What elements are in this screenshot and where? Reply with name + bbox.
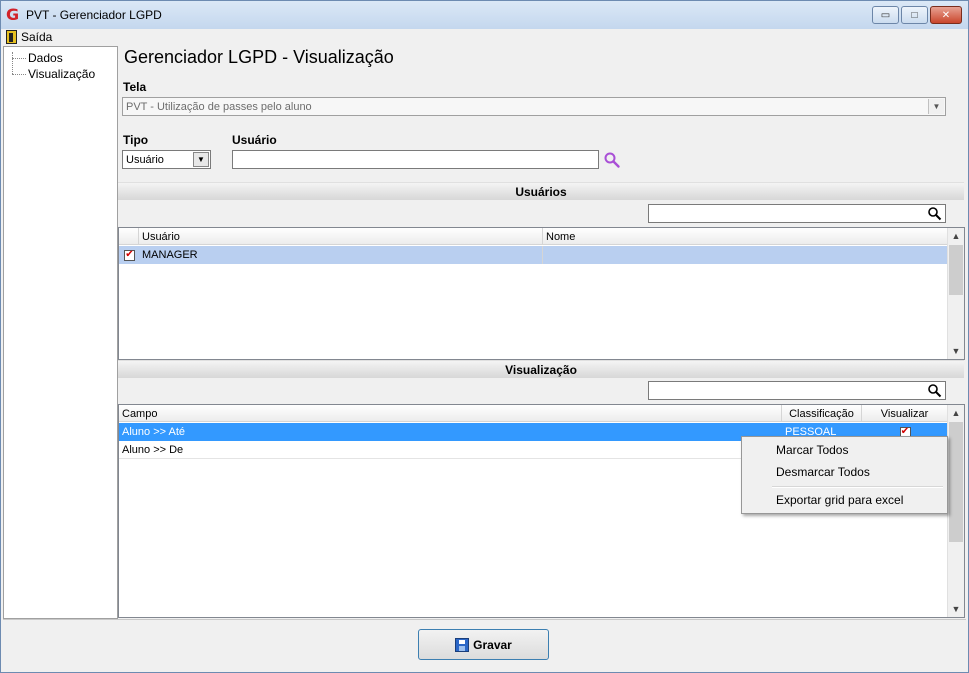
context-menu-item-marcar-todos[interactable]: Marcar Todos — [776, 440, 848, 460]
checkbox-column-header — [119, 228, 139, 245]
scroll-thumb[interactable] — [949, 245, 963, 295]
usuario-label: Usuário — [232, 133, 277, 147]
visualizacao-section-header: Visualização — [118, 360, 964, 378]
context-menu: Marcar Todos Desmarcar Todos Exportar gr… — [741, 436, 948, 514]
scroll-up-icon[interactable]: ▲ — [948, 405, 964, 421]
column-header-visualizar[interactable]: Visualizar — [862, 405, 948, 422]
usuarios-scrollbar[interactable]: ▲ ▼ — [947, 228, 964, 359]
tree-item-label: Visualização — [28, 67, 96, 81]
tela-select[interactable]: PVT - Utilização de passes pelo aluno ▼ — [122, 97, 946, 116]
navigation-tree: Dados Visualização — [3, 46, 118, 619]
visualizacao-grid-header: Campo Classificação Visualizar — [119, 405, 948, 422]
tipo-select-value: Usuário — [126, 153, 164, 166]
page-title: Gerenciador LGPD - Visualização — [124, 47, 394, 67]
usuario-input[interactable] — [232, 150, 599, 169]
window-title: PVT - Gerenciador LGPD — [26, 8, 162, 22]
context-menu-separator — [772, 486, 943, 488]
usuarios-search-input[interactable] — [648, 204, 946, 223]
floppy-disk-icon — [455, 637, 470, 652]
tela-select-value: PVT - Utilização de passes pelo aluno — [126, 100, 312, 113]
save-button-label: Gravar — [473, 637, 512, 652]
column-header-campo[interactable]: Campo — [119, 405, 782, 422]
scroll-down-icon[interactable]: ▼ — [948, 601, 964, 617]
magnifier-icon[interactable] — [927, 206, 942, 221]
close-button[interactable]: ✕ — [930, 6, 962, 24]
context-menu-item-desmarcar-todos[interactable]: Desmarcar Todos — [776, 462, 870, 482]
maximize-button[interactable]: □ — [901, 6, 928, 24]
tree-branch-line — [12, 73, 26, 75]
tree-item-visualizacao[interactable]: Visualização — [12, 67, 95, 81]
chevron-down-icon: ▼ — [928, 99, 944, 114]
scroll-up-icon[interactable]: ▲ — [948, 228, 964, 244]
window-frame-left — [0, 29, 1, 673]
nome-cell — [543, 246, 948, 264]
scroll-thumb[interactable] — [949, 422, 963, 542]
tela-label: Tela — [123, 80, 147, 94]
tree-item-dados[interactable]: Dados — [12, 51, 63, 65]
row-checkbox[interactable]: ✔ — [124, 249, 135, 261]
usuarios-grid-header: Usuário Nome — [119, 228, 948, 245]
context-menu-item-exportar-excel[interactable]: Exportar grid para excel — [776, 490, 903, 510]
column-header-classificacao[interactable]: Classificação — [782, 405, 862, 422]
usuarios-section-header: Usuários — [118, 182, 964, 200]
tipo-select[interactable]: Usuário ▼ — [122, 150, 211, 169]
tipo-label: Tipo — [123, 133, 149, 147]
door-exit-icon — [6, 30, 17, 44]
usuario-cell: MANAGER — [139, 246, 543, 264]
row-checkbox-cell: ✔ — [119, 246, 139, 264]
tree-branch-line — [12, 57, 26, 59]
visualizacao-scrollbar[interactable]: ▲ ▼ — [947, 405, 964, 617]
minimize-button[interactable]: ▭ — [872, 6, 899, 24]
menu-item-exit-label: Saída — [21, 30, 53, 44]
campo-cell: Aluno >> Até — [122, 426, 185, 438]
menu-bar: Saída — [0, 29, 969, 45]
search-icon[interactable] — [603, 151, 621, 169]
column-header-usuario[interactable]: Usuário — [139, 228, 543, 245]
save-button[interactable]: Gravar — [418, 629, 549, 660]
tree-item-label: Dados — [28, 51, 63, 65]
visualizacao-search-input[interactable] — [648, 381, 946, 400]
menu-item-exit[interactable]: Saída — [1, 30, 52, 44]
campo-cell: Aluno >> De — [122, 444, 184, 456]
chevron-down-icon: ▼ — [193, 152, 209, 167]
window-controls: ▭ □ ✕ — [872, 6, 962, 24]
magnifier-icon[interactable] — [927, 383, 942, 398]
title-bar: G PVT - Gerenciador LGPD ▭ □ ✕ — [0, 0, 969, 29]
scroll-down-icon[interactable]: ▼ — [948, 343, 964, 359]
column-header-nome[interactable]: Nome — [543, 228, 948, 245]
app-logo-icon: G — [6, 5, 20, 24]
usuarios-grid: Usuário Nome ✔ MANAGER ▲ ▼ — [118, 227, 965, 360]
table-row[interactable]: ✔ MANAGER — [119, 246, 948, 264]
